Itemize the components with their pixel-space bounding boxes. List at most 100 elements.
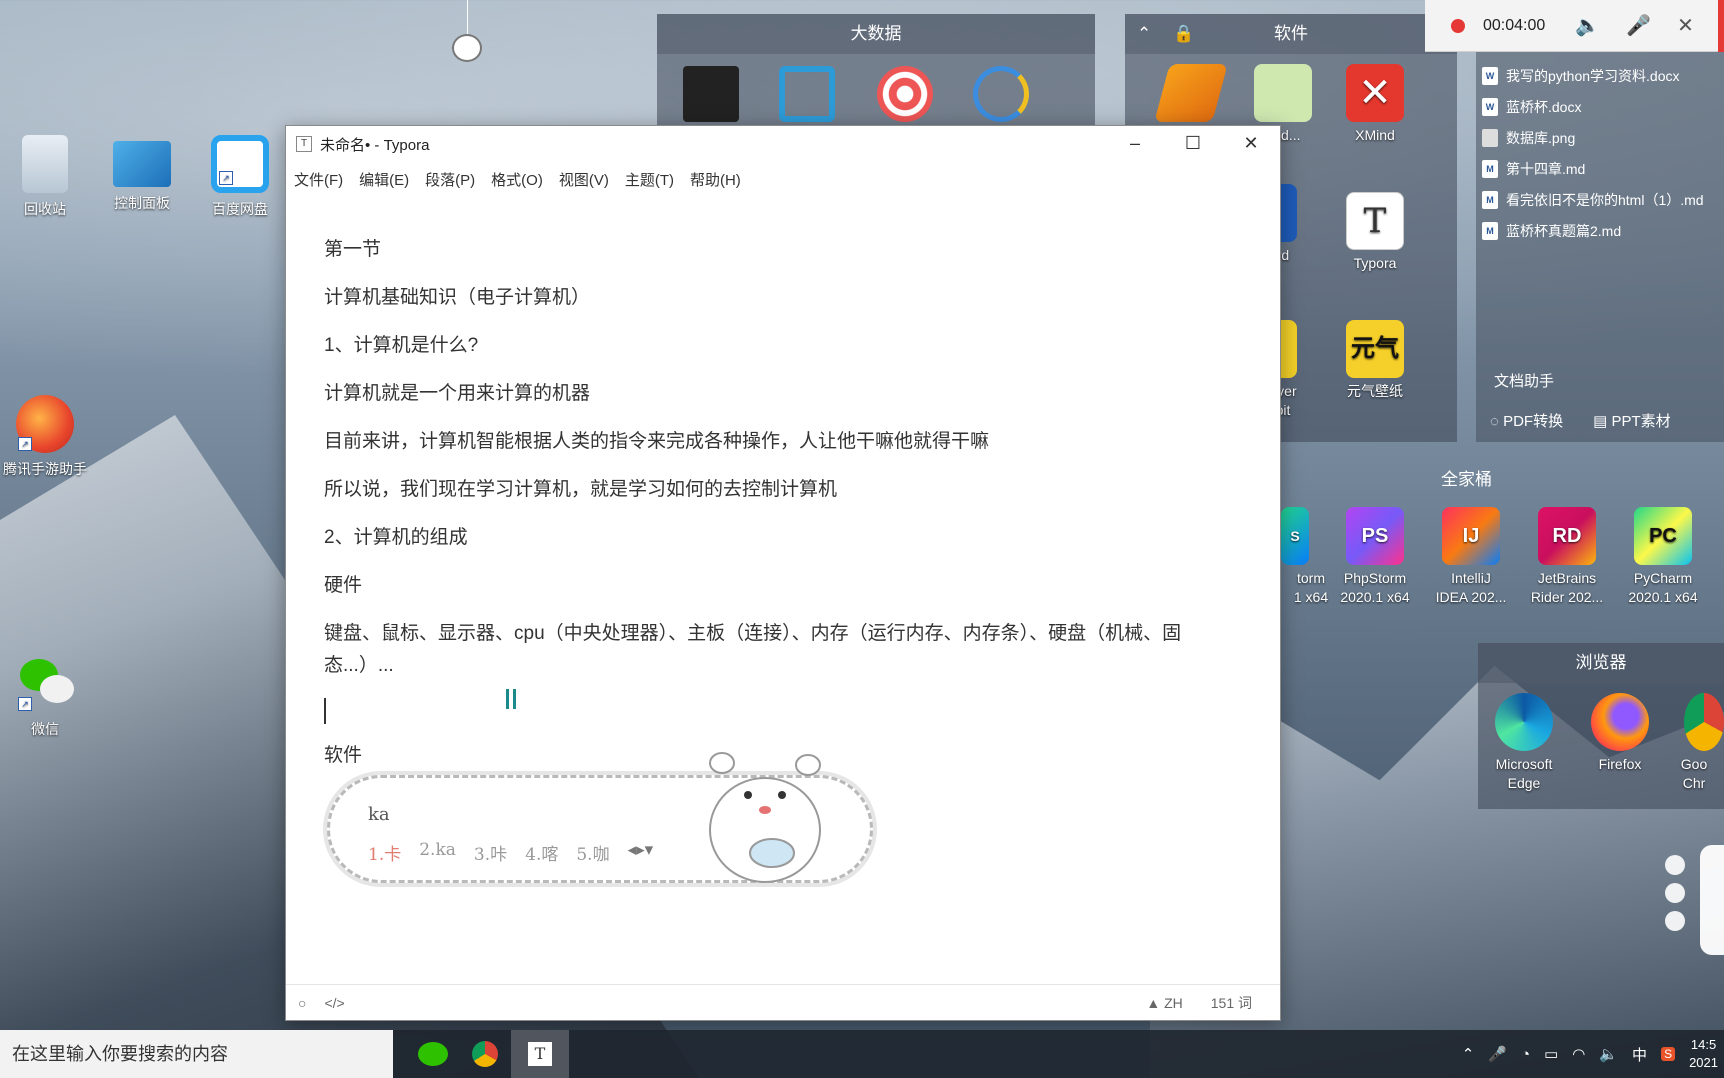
browser-icon-edge[interactable]: Microsoft Edge	[1478, 693, 1570, 793]
maximize-button[interactable]: ☐	[1164, 126, 1222, 162]
spellcheck-status[interactable]: ▲ ZH	[1146, 995, 1182, 1011]
microphone-tray-icon[interactable]: 🎤	[1488, 1045, 1507, 1063]
menu-paragraph[interactable]: 段落(P)	[425, 169, 475, 190]
menu-edit[interactable]: 编辑(E)	[359, 169, 409, 190]
ime-language-indicator[interactable]: 中	[1632, 1044, 1647, 1065]
taskbar-search-input[interactable]: 在这里输入你要搜索的内容	[0, 1030, 393, 1078]
desktop-icon-baidu-netdisk[interactable]: ↗ 百度网盘	[195, 135, 285, 219]
typora-icon: T	[528, 1042, 552, 1066]
source-code-toggle-icon[interactable]: </>	[324, 995, 344, 1011]
taskbar-chrome[interactable]	[459, 1030, 511, 1078]
doc-helper-actions: ◌ PDF转换 ▤ PPT素材	[1490, 410, 1671, 431]
desktop-icon-wechat[interactable]: ↗ 微信	[0, 655, 90, 739]
minimize-button[interactable]: –	[1106, 126, 1164, 162]
terminal-app-icon[interactable]	[683, 66, 739, 122]
close-button[interactable]: ✕	[1222, 126, 1280, 162]
jetbrains-icon-pycharm[interactable]: PC PyCharm 2020.1 x64	[1617, 507, 1709, 607]
ime-page-arrows-icon[interactable]: ◂▸▾	[628, 840, 654, 865]
desktop-icon-recycle-bin[interactable]: 回收站	[0, 135, 90, 219]
gear-tool-icon[interactable]	[1665, 911, 1685, 931]
ime-candidate[interactable]: 5.咖	[576, 840, 609, 865]
c-tool-icon[interactable]	[1665, 855, 1685, 875]
close-icon[interactable]: ✕	[1677, 13, 1694, 38]
desktop-icon-control-panel[interactable]: 控制面板	[97, 135, 187, 213]
desktop-icon-tencent-game-assistant[interactable]: ↗ 腾讯手游助手	[0, 395, 90, 479]
show-hidden-icons-chevron-icon[interactable]: ⌃	[1462, 1045, 1475, 1063]
recent-file-item[interactable]: M 看完依旧不是你的html（1）.md	[1476, 184, 1724, 215]
lock-icon[interactable]: 🔒	[1173, 14, 1194, 54]
word-count[interactable]: 151 词	[1211, 993, 1252, 1013]
window-titlebar[interactable]: T 未命名• - Typora – ☐ ✕	[286, 126, 1280, 162]
clock-time: 14:5	[1690, 1037, 1717, 1052]
desktop-icon-label: 百度网盘	[212, 201, 268, 217]
paragraph[interactable]: 第一节	[324, 234, 1240, 266]
menu-format[interactable]: 格式(O)	[491, 169, 543, 190]
image-file-icon	[1482, 128, 1498, 147]
browser-icon-firefox[interactable]: Firefox	[1574, 693, 1666, 774]
paragraph[interactable]: 目前来讲，计算机智能根据人类的指令来完成各种操作，人让他干嘛他就得干嘛	[324, 426, 1240, 458]
tencent-game-assistant-icon: ↗	[16, 395, 74, 453]
vmware-app-icon[interactable]	[779, 66, 835, 122]
bird-app-icon[interactable]	[973, 66, 1029, 122]
ime-candidate[interactable]: 1.卡	[368, 840, 401, 865]
paragraph[interactable]: 计算机基础知识（电子计算机）	[324, 282, 1240, 314]
sogou-ime-icon[interactable]: S	[1661, 1047, 1676, 1061]
hanging-cat-ornament	[449, 0, 485, 68]
ppt-material-button[interactable]: ▤ PPT素材	[1593, 410, 1671, 431]
microphone-icon[interactable]: 🎤	[1626, 13, 1651, 38]
icon-label: torm	[1297, 570, 1325, 586]
outline-toggle-icon[interactable]: ○	[298, 995, 306, 1011]
menu-theme[interactable]: 主题(T)	[625, 169, 674, 190]
recent-file-item[interactable]: M 蓝桥杯真题篇2.md	[1476, 215, 1724, 246]
menu-help[interactable]: 帮助(H)	[690, 169, 741, 190]
shortcut-arrow-icon: ↗	[18, 437, 32, 451]
recent-file-item[interactable]: M 第十四章.md	[1476, 153, 1724, 184]
paragraph[interactable]: 硬件	[324, 570, 1240, 602]
icon-label: Typora	[1353, 255, 1397, 271]
jetbrains-icon-phpstorm[interactable]: PS PhpStorm 2020.1 x64	[1329, 507, 1421, 607]
xmind-icon: ✕	[1346, 64, 1404, 122]
software-icon-xmind[interactable]: ✕ XMind	[1329, 64, 1421, 145]
settings-tool-icon[interactable]	[1665, 883, 1685, 903]
speaker-icon[interactable]: 🔈	[1575, 13, 1600, 38]
taskbar-typora[interactable]: T	[511, 1030, 569, 1078]
fence-browser: 浏览器 Microsoft Edge Firefox Goo Chr	[1478, 643, 1724, 809]
fence-title: ⌃ 🔒 软件 ▦	[1125, 14, 1457, 54]
battery-icon[interactable]: ▭	[1544, 1045, 1558, 1063]
software-icon-yuanqi-wallpaper[interactable]: 元气 元气壁纸	[1329, 320, 1421, 401]
paragraph[interactable]: 键盘、鼠标、显示器、cpu（中央处理器）、主板（连接）、内存（运行内存、内存条）…	[324, 618, 1240, 682]
chevron-up-icon[interactable]: ⌃	[1137, 14, 1151, 54]
markdown-file-icon: M	[1482, 190, 1498, 209]
system-tray: ⌃ 🎤 ◔ ▭ ◠ 🔈 中 S 14:5 2021	[1462, 1036, 1718, 1072]
spiral-app-icon[interactable]	[877, 66, 933, 122]
menu-file[interactable]: 文件(F)	[294, 169, 343, 190]
paragraph[interactable]: 计算机就是一个用来计算的机器	[324, 378, 1240, 410]
ime-candidate[interactable]: 4.喀	[525, 840, 558, 865]
fence-title: 大数据	[657, 14, 1095, 54]
taskbar-wechat[interactable]	[407, 1030, 459, 1078]
icon-label: Microsoft	[1495, 756, 1553, 772]
recent-file-item[interactable]: W 蓝桥杯.docx	[1476, 91, 1724, 122]
volume-icon[interactable]: 🔈	[1599, 1045, 1618, 1063]
ime-candidate[interactable]: 2.ka	[419, 840, 456, 865]
word-file-icon: W	[1482, 66, 1498, 85]
qq-tray-icon[interactable]: ◔	[1521, 1046, 1530, 1063]
software-icon-orange[interactable]	[1145, 64, 1237, 126]
jetbrains-icon-rider[interactable]: RD JetBrains Rider 202...	[1521, 507, 1613, 607]
wifi-icon[interactable]: ◠	[1572, 1045, 1585, 1063]
clock[interactable]: 14:5 2021	[1689, 1036, 1718, 1072]
editor-content[interactable]: 第一节 计算机基础知识（电子计算机） 1、计算机是什么? 计算机就是一个用来计算…	[324, 234, 1240, 788]
doc-helper-title: 文档助手	[1494, 373, 1555, 390]
ime-candidate[interactable]: 3.咔	[474, 840, 507, 865]
paragraph[interactable]: 2、计算机的组成	[324, 522, 1240, 554]
icon-label: IntelliJ	[1451, 570, 1491, 586]
browser-icon-chrome-partial[interactable]: Goo Chr	[1664, 693, 1724, 793]
paragraph[interactable]: 1、计算机是什么?	[324, 330, 1240, 362]
software-icon-typora[interactable]: T Typora	[1329, 192, 1421, 273]
recent-file-item[interactable]: W 我写的python学习资料.docx	[1476, 60, 1724, 91]
jetbrains-icon-intellij[interactable]: IJ IntelliJ IDEA 202...	[1425, 507, 1517, 607]
recent-file-item[interactable]: 数据库.png	[1476, 122, 1724, 153]
paragraph[interactable]: 所以说，我们现在学习计算机，就是学习如何的去控制计算机	[324, 474, 1240, 506]
pdf-convert-button[interactable]: ◌ PDF转换	[1490, 410, 1563, 431]
menu-view[interactable]: 视图(V)	[559, 169, 609, 190]
